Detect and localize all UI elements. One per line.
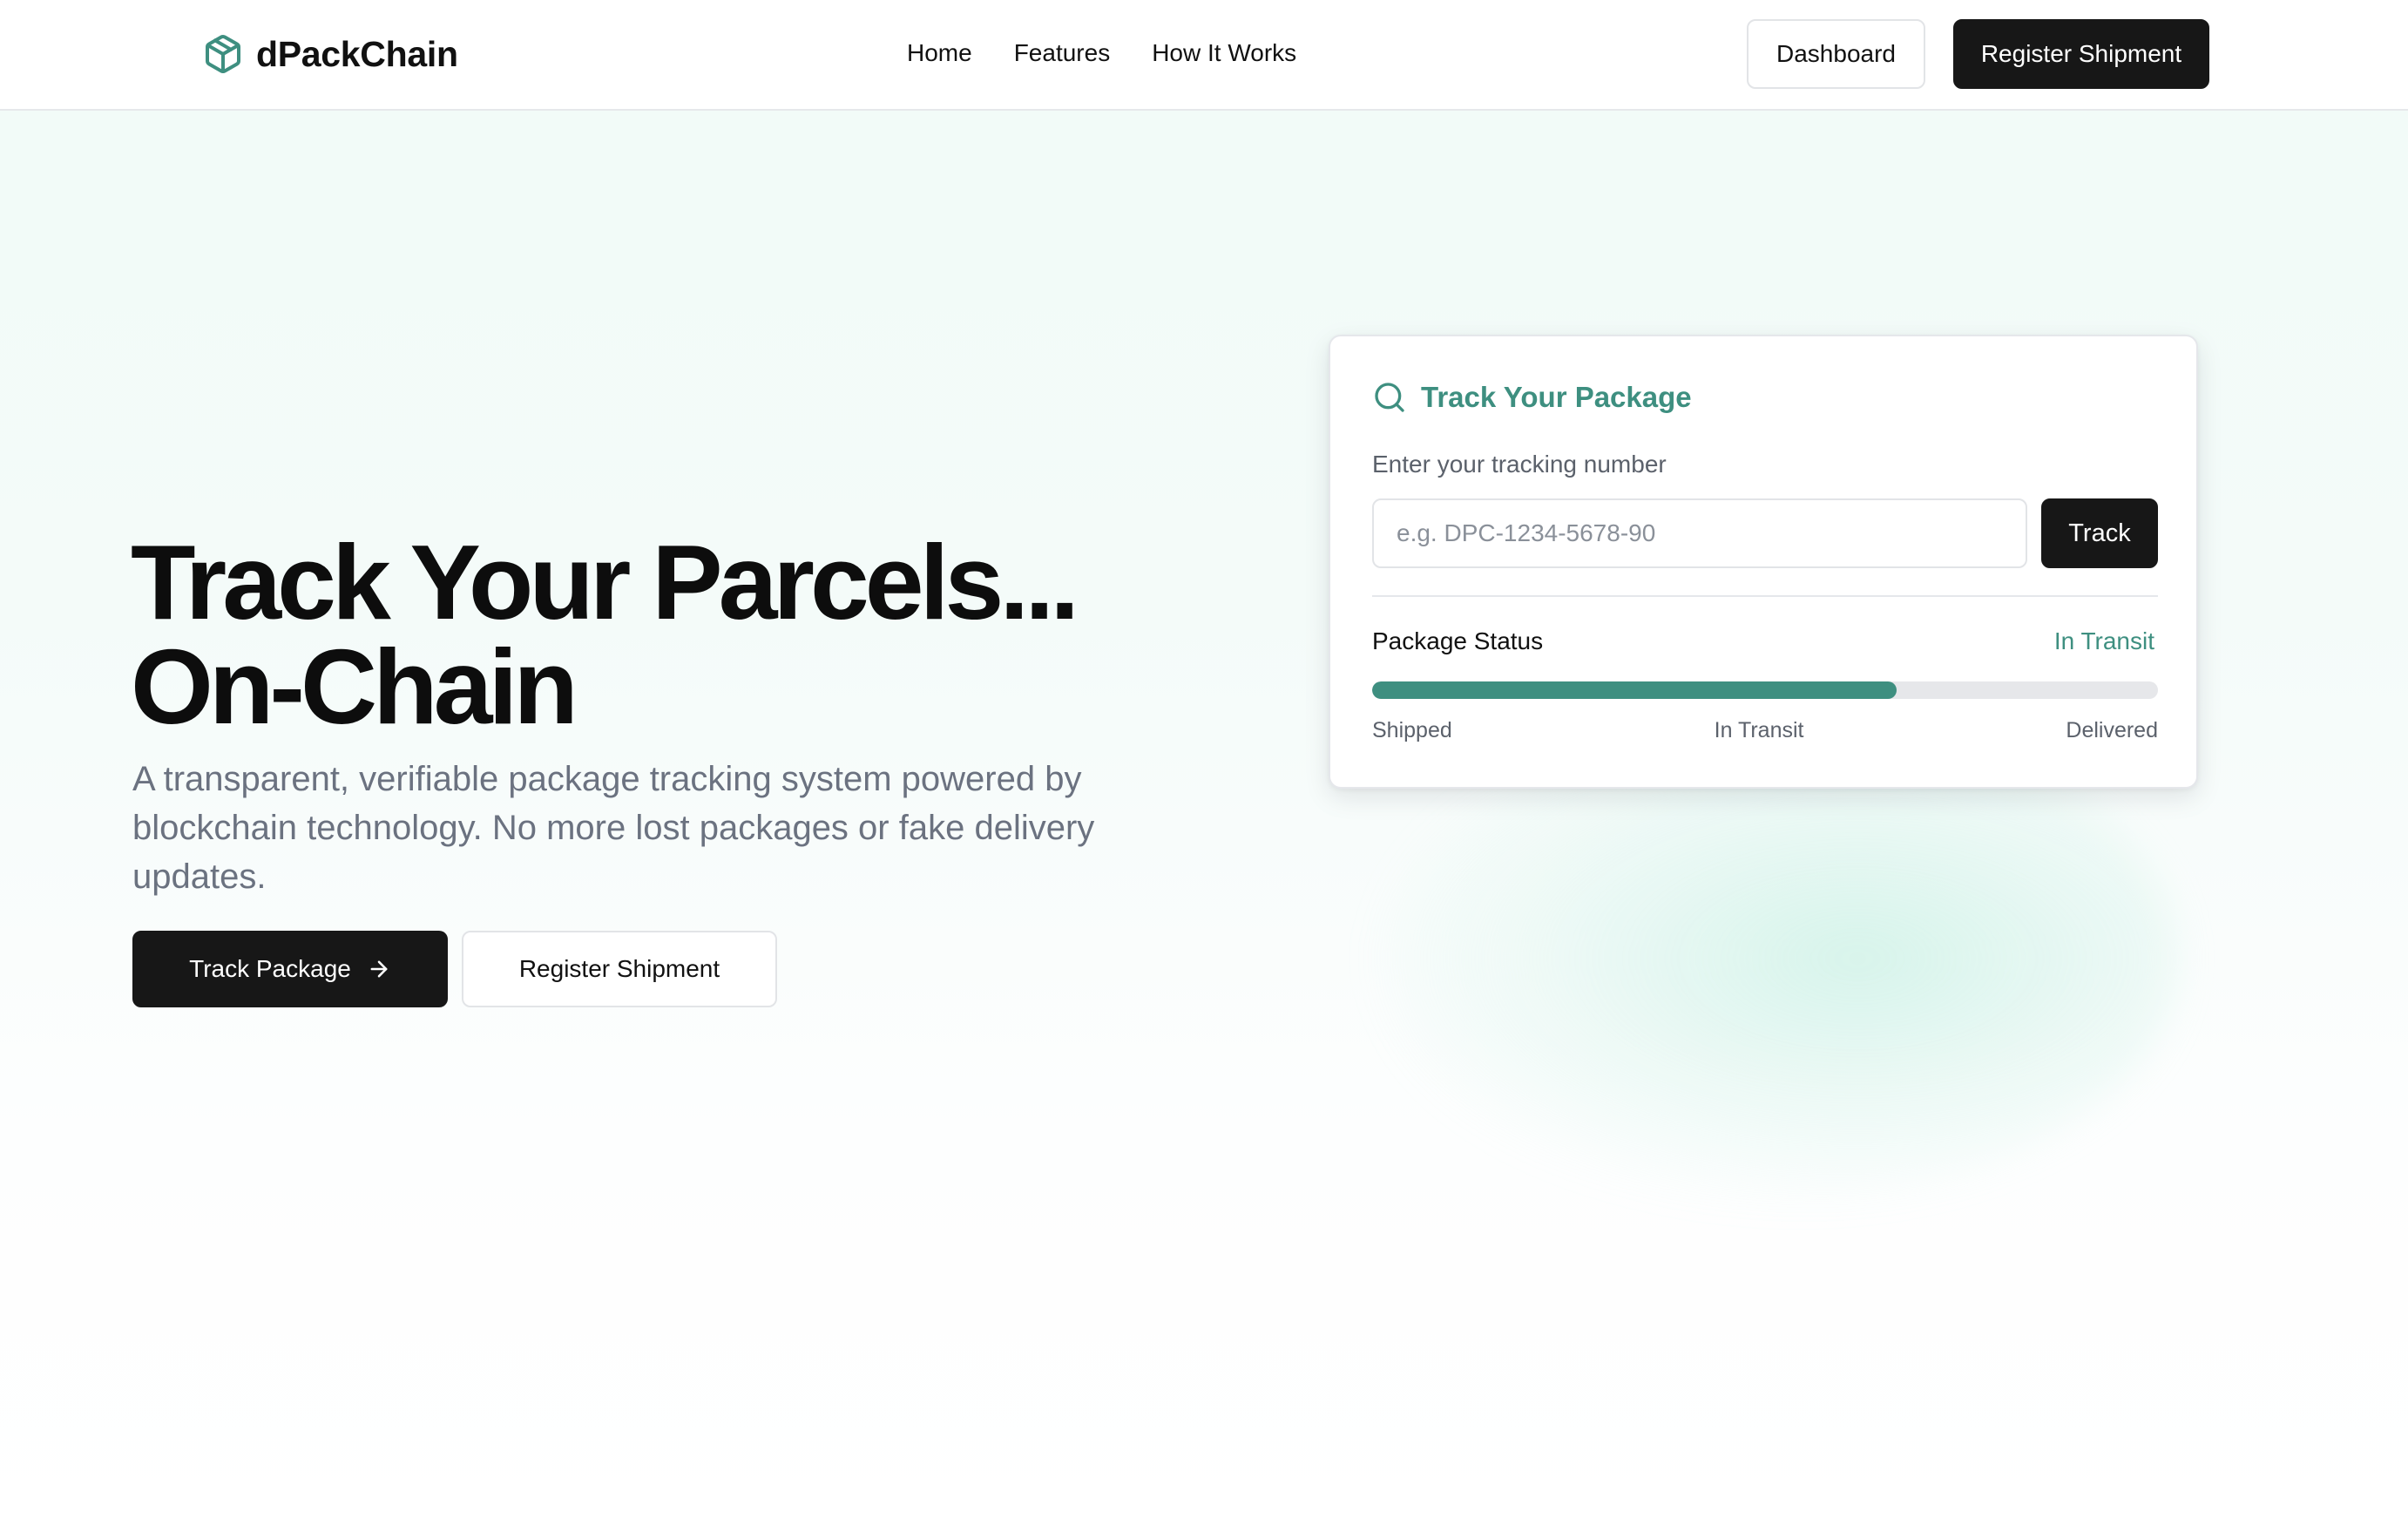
card-divider [1372,595,2158,597]
nav-home[interactable]: Home [907,35,972,71]
step-delivered: Delivered [2066,718,2158,742]
track-package-card: Track Your Package Enter your tracking n… [1329,335,2198,789]
main-nav: Home Features How It Works [907,35,1296,71]
arrow-right-icon [370,960,388,978]
track-package-button[interactable]: Track Package [132,931,448,1007]
track-button[interactable]: Track [2041,498,2158,568]
package-status-label: Package Status [1372,627,1544,654]
hero-subtitle: A transparent, verifiable package tracki… [132,760,1095,896]
hero-title-line-2: On-Chain [131,627,578,746]
step-in-transit: In Transit [1714,718,1804,742]
package-box-icon [206,35,240,73]
hero-title-line-1: Track Your Parcels... [131,523,1079,641]
brand-logo[interactable]: dPackChain [202,31,458,77]
status-steps: Shipped In Transit Delivered [1372,718,2158,743]
card-header: Track Your Package [1372,380,1692,415]
top-navbar: dPackChain Home Features How It Works Da… [0,0,2408,111]
nav-features[interactable]: Features [1014,35,1111,71]
step-shipped: Shipped [1372,718,1452,742]
dashboard-button[interactable]: Dashboard [1747,19,1925,89]
tracking-number-input[interactable] [1372,498,2027,568]
track-package-label: Track Package [189,955,351,982]
hero-title: Track Your Parcels... On-Chain [131,523,1079,746]
status-progress-fill [1372,681,1897,699]
hero-register-shipment-button[interactable]: Register Shipment [462,931,777,1007]
landing-page: dPackChain Home Features How It Works Da… [0,0,2408,1532]
package-status-value: In Transit [2053,627,2154,654]
nav-how-it-works[interactable]: How It Works [1152,35,1296,71]
card-title: Track Your Package [1421,381,1692,413]
tracking-number-label: Enter your tracking number [1372,451,1667,478]
brand-name: dPackChain [256,33,458,74]
search-icon [1375,383,1404,412]
status-progress-bar [1372,681,2158,699]
register-shipment-button[interactable]: Register Shipment [1953,19,2209,89]
